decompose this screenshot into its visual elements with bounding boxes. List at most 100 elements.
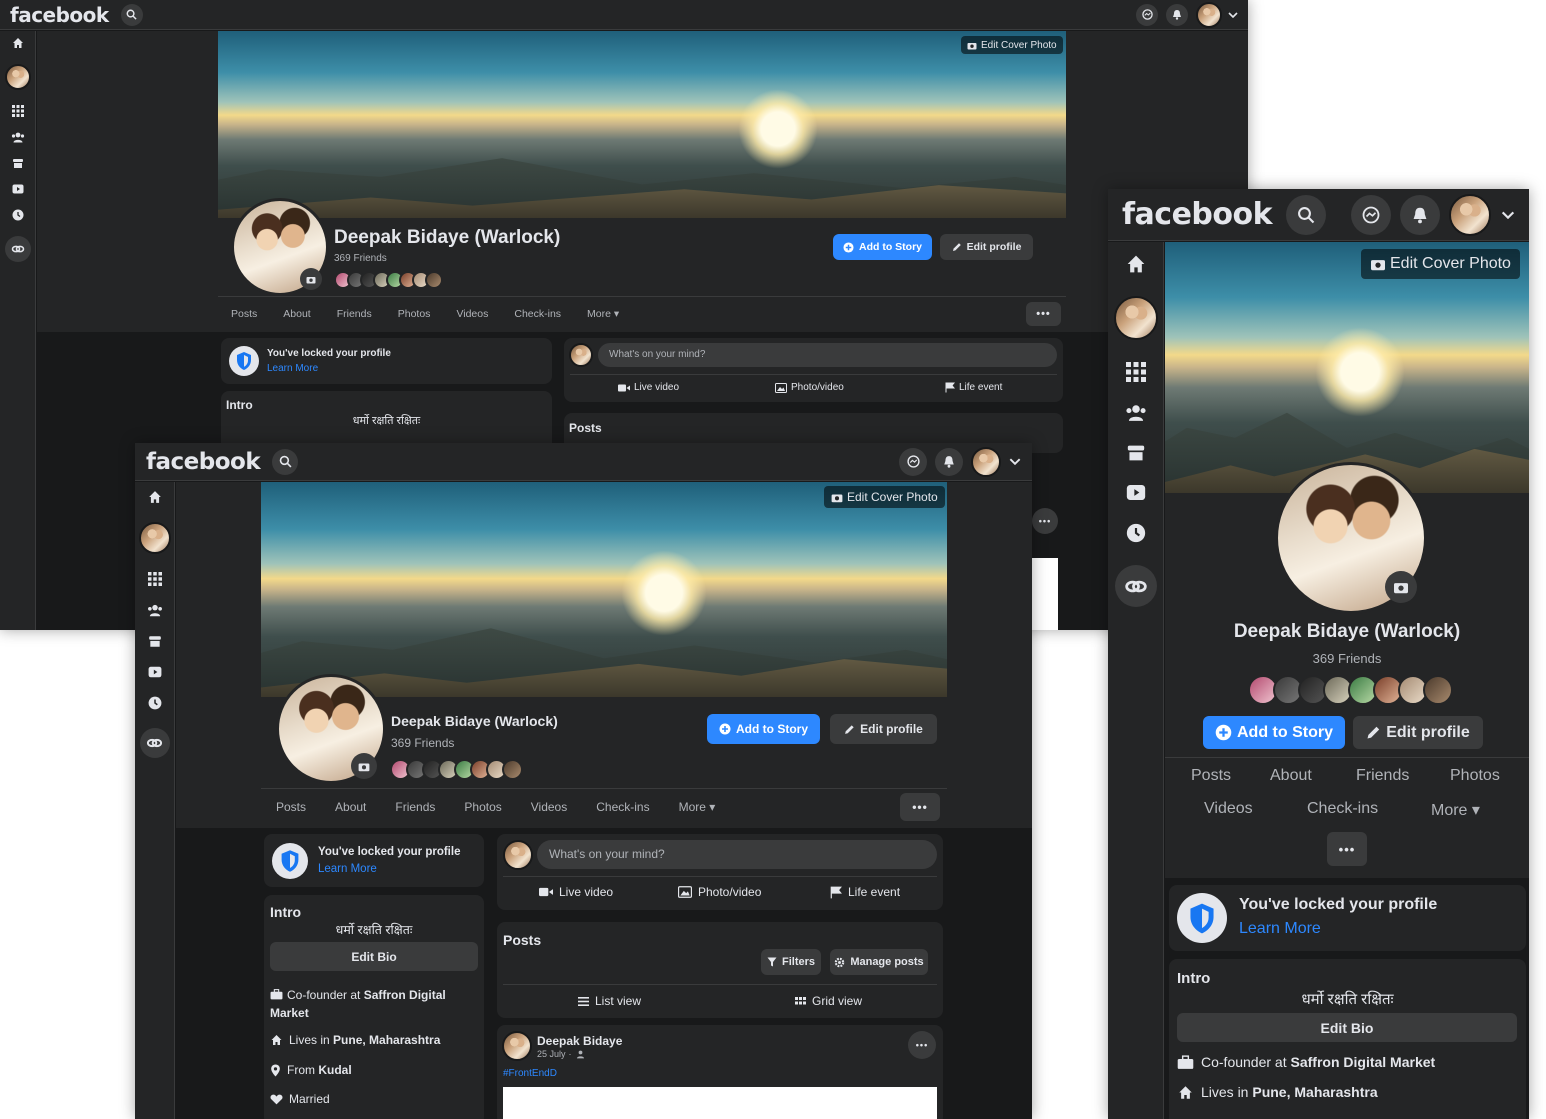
apps-grid-icon[interactable] bbox=[11, 105, 24, 117]
watch-icon[interactable] bbox=[12, 184, 24, 194]
post-hashtag[interactable]: #FrontEndD bbox=[503, 1068, 557, 1079]
add-to-story-button[interactable]: Add to Story bbox=[707, 714, 820, 744]
home-icon[interactable] bbox=[12, 37, 24, 49]
more-options-button[interactable]: ••• bbox=[1026, 302, 1061, 326]
more-options-button[interactable]: ••• bbox=[900, 793, 940, 821]
photo-video-button[interactable]: Photo/video bbox=[678, 885, 761, 899]
tab-check-ins[interactable]: Check-ins bbox=[1307, 800, 1378, 818]
add-to-story-button[interactable]: Add to Story bbox=[833, 234, 932, 260]
live-video-button[interactable]: Live video bbox=[618, 382, 679, 393]
post-author-avatar[interactable] bbox=[502, 1031, 532, 1061]
tab-about[interactable]: About bbox=[1270, 767, 1312, 785]
apps-grid-icon[interactable] bbox=[147, 572, 162, 586]
life-event-button[interactable]: Life event bbox=[830, 885, 900, 899]
messenger-icon[interactable] bbox=[899, 447, 927, 476]
clock-icon[interactable] bbox=[148, 696, 162, 710]
marketplace-icon[interactable] bbox=[1126, 444, 1146, 462]
composer-input[interactable]: What's on your mind? bbox=[598, 343, 1057, 367]
tab-check-ins[interactable]: Check-ins bbox=[514, 308, 561, 320]
apps-grid-icon[interactable] bbox=[1125, 362, 1146, 382]
tab-about[interactable]: About bbox=[335, 800, 366, 814]
post-options-button[interactable]: ••• bbox=[908, 1031, 936, 1059]
tab-videos[interactable]: Videos bbox=[531, 800, 567, 814]
friend-avatars[interactable] bbox=[334, 271, 443, 289]
list-view-tab[interactable]: List view bbox=[578, 994, 641, 1008]
tab-photos[interactable]: Photos bbox=[398, 308, 431, 320]
tab-more[interactable]: More ▾ bbox=[587, 308, 619, 320]
edit-cover-photo-button[interactable]: Edit Cover Photo bbox=[824, 486, 945, 508]
add-to-story-button[interactable]: Add to Story bbox=[1203, 716, 1345, 749]
tab-more[interactable]: More ▾ bbox=[679, 800, 716, 814]
live-video-button[interactable]: Live video bbox=[539, 885, 613, 899]
tab-photos[interactable]: Photos bbox=[464, 800, 501, 814]
camera-icon[interactable] bbox=[351, 753, 377, 779]
account-avatar[interactable] bbox=[1196, 1, 1222, 28]
friend-avatar[interactable] bbox=[425, 271, 443, 289]
account-avatar[interactable] bbox=[971, 446, 1001, 477]
tab-friends[interactable]: Friends bbox=[337, 308, 372, 320]
home-icon[interactable] bbox=[148, 490, 162, 504]
edit-bio-button[interactable]: Edit Bio bbox=[1177, 1013, 1517, 1042]
friend-avatar[interactable] bbox=[502, 759, 523, 780]
manage-posts-button[interactable]: Manage posts bbox=[830, 949, 928, 975]
link-icon[interactable] bbox=[1114, 565, 1157, 607]
chevron-down-icon[interactable] bbox=[1009, 458, 1021, 465]
learn-more-link[interactable]: Learn More bbox=[267, 363, 318, 374]
edit-cover-photo-button[interactable]: Edit Cover Photo bbox=[961, 36, 1063, 54]
bell-icon[interactable] bbox=[1400, 194, 1440, 235]
friends-count[interactable]: 369 Friends bbox=[1165, 651, 1529, 666]
tab-videos[interactable]: Videos bbox=[1204, 800, 1253, 818]
edit-profile-button[interactable]: Edit profile bbox=[830, 714, 937, 744]
marketplace-icon[interactable] bbox=[148, 635, 162, 648]
friends-count[interactable]: 369 Friends bbox=[334, 253, 387, 264]
camera-icon[interactable] bbox=[1385, 571, 1417, 603]
friend-avatars[interactable] bbox=[1248, 675, 1453, 705]
tab-photos[interactable]: Photos bbox=[1450, 767, 1500, 785]
profile-avatar-icon[interactable] bbox=[138, 522, 171, 554]
clock-icon[interactable] bbox=[12, 209, 24, 221]
account-avatar[interactable] bbox=[1449, 193, 1491, 236]
friend-avatar[interactable] bbox=[1423, 675, 1453, 705]
post-author[interactable]: Deepak Bidaye bbox=[537, 1034, 622, 1048]
marketplace-icon[interactable] bbox=[12, 158, 24, 169]
edit-bio-button[interactable]: Edit Bio bbox=[270, 942, 478, 971]
search-icon[interactable] bbox=[120, 3, 143, 26]
learn-more-link[interactable]: Learn More bbox=[318, 863, 377, 875]
friends-icon[interactable] bbox=[11, 132, 25, 143]
friends-icon[interactable] bbox=[147, 604, 163, 617]
home-icon[interactable] bbox=[1126, 254, 1146, 274]
edit-profile-button[interactable]: Edit profile bbox=[1353, 716, 1483, 749]
link-icon[interactable] bbox=[4, 236, 31, 262]
bell-icon[interactable] bbox=[1166, 3, 1188, 26]
tab-posts[interactable]: Posts bbox=[1191, 767, 1231, 785]
composer-avatar[interactable] bbox=[503, 840, 533, 870]
tab-videos[interactable]: Videos bbox=[456, 308, 488, 320]
facebook-logo[interactable]: facebook bbox=[1122, 197, 1273, 232]
grid-view-tab[interactable]: Grid view bbox=[795, 994, 862, 1008]
more-options-button[interactable]: ••• bbox=[1327, 832, 1367, 866]
friends-icon[interactable] bbox=[1125, 404, 1147, 422]
composer-avatar[interactable] bbox=[569, 343, 593, 367]
watch-icon[interactable] bbox=[1126, 484, 1146, 501]
photo-video-button[interactable]: Photo/video bbox=[775, 382, 844, 393]
composer-input[interactable]: What's on your mind? bbox=[537, 840, 937, 869]
tab-posts[interactable]: Posts bbox=[231, 308, 257, 320]
link-icon[interactable] bbox=[139, 728, 170, 758]
friend-avatars[interactable] bbox=[390, 759, 523, 780]
facebook-logo[interactable]: facebook bbox=[146, 449, 261, 475]
chevron-down-icon[interactable] bbox=[1501, 211, 1515, 219]
tab-posts[interactable]: Posts bbox=[276, 800, 306, 814]
messenger-icon[interactable] bbox=[1136, 3, 1158, 26]
clock-icon[interactable] bbox=[1126, 523, 1146, 543]
facebook-logo[interactable]: facebook bbox=[10, 3, 109, 27]
tab-more[interactable]: More ▾ bbox=[1431, 800, 1480, 820]
watch-icon[interactable] bbox=[148, 666, 162, 678]
tab-friends[interactable]: Friends bbox=[1356, 767, 1409, 785]
tab-about[interactable]: About bbox=[283, 308, 310, 320]
tab-check-ins[interactable]: Check-ins bbox=[596, 800, 649, 814]
tab-friends[interactable]: Friends bbox=[395, 800, 435, 814]
chevron-down-icon[interactable] bbox=[1228, 11, 1238, 18]
filters-button[interactable]: Filters bbox=[761, 949, 821, 975]
friends-count[interactable]: 369 Friends bbox=[391, 736, 454, 750]
search-icon[interactable] bbox=[1286, 194, 1327, 235]
